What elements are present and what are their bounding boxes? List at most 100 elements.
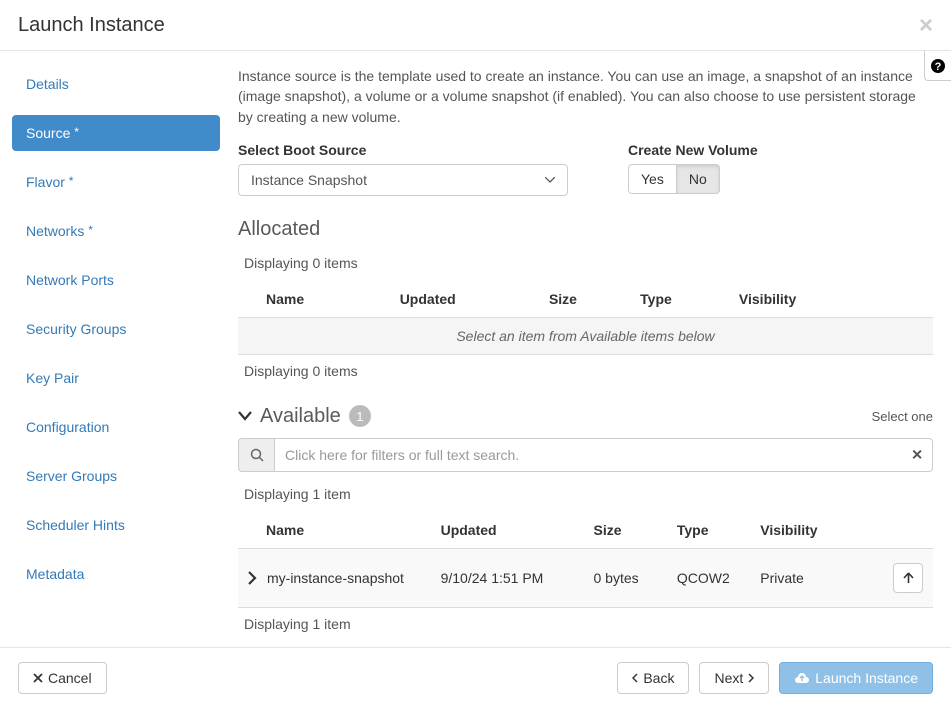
sidebar-label: Network Ports	[26, 272, 114, 288]
sidebar-item-metadata[interactable]: Metadata	[12, 556, 220, 592]
boot-source-group: Select Boot Source Instance Snapshot	[238, 142, 568, 196]
col-updated: Updated	[392, 281, 541, 318]
launch-label: Launch Instance	[815, 670, 918, 686]
new-volume-group: Create New Volume Yes No	[628, 142, 758, 196]
col-name: Name	[238, 281, 392, 318]
sidebar-label: Flavor	[26, 174, 65, 190]
sidebar-item-configuration[interactable]: Configuration	[12, 409, 220, 445]
content-area: Instance source is the template used to …	[232, 51, 951, 647]
sidebar-item-flavor[interactable]: Flavor *	[12, 164, 220, 200]
search-input[interactable]	[274, 438, 933, 472]
table-row: my-instance-snapshot 9/10/24 1:51 PM 0 b…	[238, 548, 933, 607]
form-row: Select Boot Source Instance Snapshot Cre…	[238, 142, 933, 196]
cloud-upload-icon	[794, 672, 810, 684]
sidebar-label: Server Groups	[26, 468, 117, 484]
sidebar-label: Configuration	[26, 419, 109, 435]
table-header-row: Name Updated Size Type Visibility	[238, 512, 933, 549]
modal-header: Launch Instance ×	[0, 0, 951, 51]
allocated-section: Allocated Displaying 0 items Name Update…	[238, 218, 933, 379]
row-size: 0 bytes	[585, 548, 668, 607]
cancel-label: Cancel	[48, 670, 92, 686]
available-header: Available 1 Select one	[238, 405, 933, 428]
chevron-right-icon	[748, 673, 754, 683]
chevron-down-icon	[238, 411, 252, 421]
volume-no-button[interactable]: No	[677, 164, 720, 194]
sidebar-item-scheduler-hints[interactable]: Scheduler Hints	[12, 507, 220, 543]
modal-footer: Cancel Back Next Launch Instance	[0, 647, 951, 708]
cancel-button[interactable]: Cancel	[18, 662, 107, 694]
sidebar-item-key-pair[interactable]: Key Pair	[12, 360, 220, 396]
sidebar-label: Key Pair	[26, 370, 79, 386]
row-visibility: Private	[752, 548, 883, 607]
col-size: Size	[585, 512, 668, 549]
next-label: Next	[714, 670, 743, 686]
modal-body: ? Details Source * Flavor * Networks * N…	[0, 51, 951, 647]
sidebar-label: Networks	[26, 223, 84, 239]
sidebar-item-network-ports[interactable]: Network Ports	[12, 262, 220, 298]
required-icon: *	[74, 125, 79, 139]
sidebar-item-source[interactable]: Source *	[12, 115, 220, 151]
next-button[interactable]: Next	[699, 662, 769, 694]
available-section: Available 1 Select one ✕ Displaying 1 it…	[238, 405, 933, 632]
select-one-hint: Select one	[872, 409, 933, 424]
search-row: ✕	[238, 438, 933, 472]
allocated-title: Allocated	[238, 218, 933, 241]
wizard-sidebar: Details Source * Flavor * Networks * Net…	[0, 51, 232, 647]
col-size: Size	[541, 281, 632, 318]
chevron-down-icon	[545, 177, 555, 183]
sidebar-item-security-groups[interactable]: Security Groups	[12, 311, 220, 347]
row-updated: 9/10/24 1:51 PM	[433, 548, 586, 607]
close-icon[interactable]: ×	[919, 14, 933, 38]
sidebar-item-server-groups[interactable]: Server Groups	[12, 458, 220, 494]
intro-text: Instance source is the template used to …	[238, 66, 933, 127]
sidebar-item-details[interactable]: Details	[12, 66, 220, 102]
allocated-count-bottom: Displaying 0 items	[238, 355, 933, 379]
table-header-row: Name Updated Size Type Visibility	[238, 281, 933, 318]
available-table: Name Updated Size Type Visibility	[238, 512, 933, 608]
col-name: Name	[238, 512, 433, 549]
sidebar-label: Security Groups	[26, 321, 126, 337]
arrow-up-icon	[903, 572, 914, 584]
back-label: Back	[643, 670, 674, 686]
sidebar-label: Scheduler Hints	[26, 517, 125, 533]
col-updated: Updated	[433, 512, 586, 549]
modal-title: Launch Instance	[18, 14, 165, 37]
launch-button[interactable]: Launch Instance	[779, 662, 933, 694]
help-button[interactable]: ?	[924, 51, 951, 81]
new-volume-label: Create New Volume	[628, 142, 758, 158]
sidebar-label: Source	[26, 125, 70, 141]
required-icon: *	[69, 174, 74, 188]
help-icon: ?	[930, 58, 946, 74]
col-type: Type	[669, 512, 752, 549]
allocated-count-top: Displaying 0 items	[238, 249, 933, 281]
available-count-bottom: Displaying 1 item	[238, 608, 933, 632]
row-type: QCOW2	[669, 548, 752, 607]
allocated-placeholder-row: Select an item from Available items belo…	[238, 317, 933, 354]
search-icon	[250, 448, 264, 462]
available-title-group[interactable]: Available 1	[238, 405, 371, 428]
allocated-placeholder: Select an item from Available items belo…	[238, 317, 933, 354]
new-volume-toggle: Yes No	[628, 164, 720, 194]
sidebar-label: Metadata	[26, 566, 84, 582]
available-title: Available	[260, 405, 341, 428]
chevron-left-icon	[632, 673, 638, 683]
allocate-button[interactable]	[893, 563, 923, 593]
col-visibility: Visibility	[731, 281, 883, 318]
close-icon	[33, 673, 43, 683]
volume-yes-button[interactable]: Yes	[628, 164, 677, 194]
search-clear-icon[interactable]: ✕	[911, 446, 923, 463]
svg-text:?: ?	[935, 61, 942, 73]
available-count-top: Displaying 1 item	[238, 480, 933, 512]
row-name: my-instance-snapshot	[267, 570, 404, 586]
sidebar-item-networks[interactable]: Networks *	[12, 213, 220, 249]
available-count-badge: 1	[349, 405, 371, 427]
boot-source-value: Instance Snapshot	[251, 172, 367, 188]
required-icon: *	[88, 223, 93, 237]
sidebar-label: Details	[26, 76, 69, 92]
back-button[interactable]: Back	[617, 662, 689, 694]
chevron-right-icon[interactable]	[248, 571, 257, 585]
col-type: Type	[632, 281, 731, 318]
boot-source-select[interactable]: Instance Snapshot	[238, 164, 568, 196]
boot-source-label: Select Boot Source	[238, 142, 568, 158]
col-visibility: Visibility	[752, 512, 883, 549]
